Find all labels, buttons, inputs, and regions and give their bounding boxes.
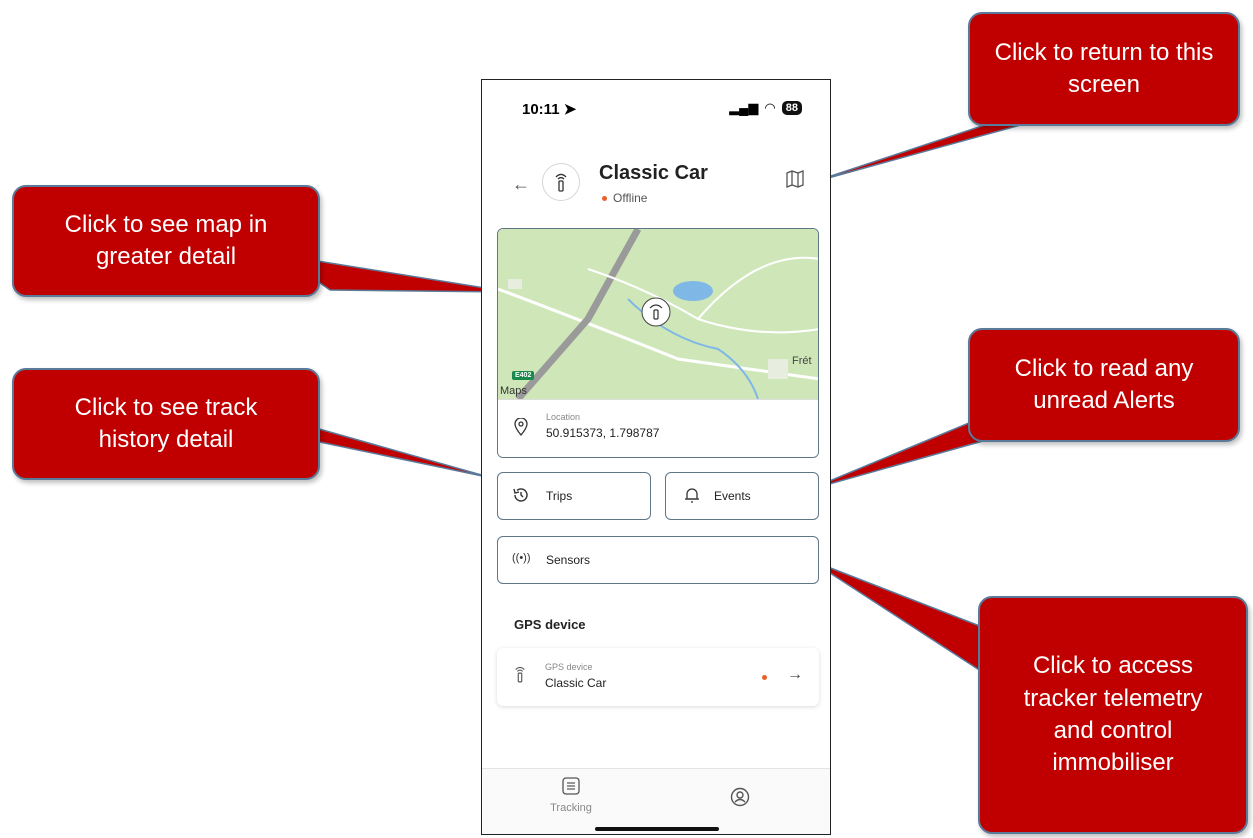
tab-profile[interactable] — [730, 787, 750, 812]
device-name: Classic Car — [545, 676, 607, 690]
maps-attribution: Maps — [500, 385, 527, 397]
home-indicator — [595, 827, 719, 831]
callout-return: Click to return to this screen — [968, 12, 1240, 126]
page-title: Classic Car — [599, 162, 708, 184]
tab-bar: Tracking — [482, 768, 830, 834]
road-label: E402 — [512, 371, 535, 380]
location-coordinates: 50.915373, 1.798787 — [546, 426, 660, 440]
tab-tracking[interactable]: Tracking — [546, 777, 596, 814]
location-pin-icon — [514, 417, 528, 441]
callout-alerts: Click to read any unread Alerts — [968, 328, 1240, 442]
device-header: ← Classic Car Offline — [482, 158, 830, 218]
location-card[interactable]: E402 Frét Maps Location 50.915373, 1.798… — [497, 228, 819, 458]
signal-icon: ▂▄▆ — [729, 100, 759, 115]
tracker-icon — [555, 173, 567, 192]
battery-badge: 88 — [781, 101, 802, 115]
phone-screen: 10:11 ➤ ▂▄▆ ◠ 88 ← Classic Car Offline E… — [481, 79, 831, 835]
callout-track: Click to see track history detail — [12, 368, 320, 480]
status-icons: ▂▄▆ ◠ 88 — [729, 100, 802, 116]
events-label: Events — [714, 489, 751, 503]
arrow-right-icon[interactable]: → — [787, 666, 803, 684]
location-row[interactable]: Location 50.915373, 1.798787 — [498, 399, 818, 457]
trips-button[interactable]: Trips — [497, 472, 651, 520]
back-arrow-icon[interactable]: ← — [512, 174, 530, 195]
trips-label: Trips — [546, 489, 573, 503]
wifi-icon: ◠ — [764, 100, 776, 115]
clock: 10:11 ➤ — [522, 101, 577, 118]
callout-telemetry: Click to access tracker telemetry and co… — [978, 596, 1248, 834]
map-icon[interactable] — [786, 170, 804, 193]
user-circle-icon — [730, 787, 750, 807]
tab-tracking-label: Tracking — [550, 802, 592, 814]
town-label: Frét — [792, 355, 812, 367]
map-preview[interactable]: E402 Frét Maps — [498, 229, 818, 399]
tracker-icon — [513, 664, 527, 689]
tracker-avatar — [542, 163, 580, 201]
location-label: Location — [546, 412, 581, 422]
bell-icon — [684, 486, 700, 509]
gps-device-row[interactable]: GPS device Classic Car → — [497, 648, 819, 706]
offline-dot — [602, 195, 607, 201]
gps-section-title: GPS device — [514, 617, 586, 632]
list-icon — [562, 777, 580, 795]
status-badge: Offline — [602, 191, 647, 205]
sensor-icon: ((•)) — [512, 552, 531, 564]
events-button[interactable]: Events — [665, 472, 819, 520]
callout-map: Click to see map in greater detail — [12, 185, 320, 297]
offline-dot — [762, 675, 767, 680]
history-icon — [512, 486, 530, 509]
status-bar: 10:11 ➤ ▂▄▆ ◠ 88 — [482, 80, 830, 140]
sensors-label: Sensors — [546, 553, 591, 567]
sensors-button[interactable]: ((•)) Sensors — [497, 536, 819, 584]
device-type-label: GPS device — [545, 662, 593, 672]
